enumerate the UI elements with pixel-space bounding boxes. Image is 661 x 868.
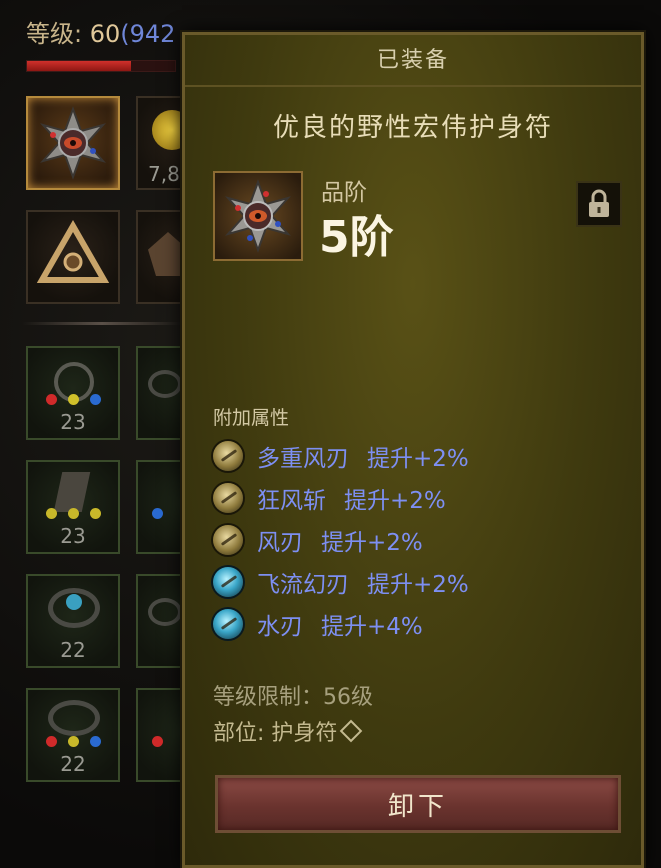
item-name: 优良的野性宏伟护身符 [272, 113, 553, 143]
gear-slot-5[interactable]: 22 [26, 574, 120, 668]
red-gem-icon [46, 394, 57, 405]
level-requirement: 等级限制：56级 [213, 685, 373, 710]
ring-icon [148, 598, 182, 626]
attribute-effect: 提升+2% [321, 530, 423, 556]
blue-gem-icon [90, 736, 101, 747]
red-gem-icon [152, 736, 163, 747]
attribute-row: 风刃 提升+2% [213, 519, 469, 561]
attribute-row: 飞流幻刃 提升+2% [213, 561, 469, 603]
gear-level-badge: 23 [60, 410, 86, 434]
gear-level-badge: 22 [60, 752, 86, 776]
red-gem-icon [46, 736, 57, 747]
attribute-name: 飞流幻刃 [257, 572, 349, 598]
amulet-icon [40, 106, 106, 180]
flowing-blade-icon [213, 567, 243, 597]
attribute-row: 狂风斩 提升+2% [213, 477, 469, 519]
level-label: 等级: [26, 20, 90, 48]
rune-slot[interactable] [26, 210, 120, 304]
player-level: 等级: 60(942 [26, 14, 175, 49]
attribute-name: 狂风斩 [257, 488, 326, 514]
attribute-effect: 提升+2% [367, 446, 469, 472]
attribute-list: 多重风刃 提升+2% 狂风斩 提升+2% 风刃 提升+2% 飞流幻刃 提升+2%… [213, 435, 469, 645]
amulet-slot-icon [340, 719, 363, 743]
blue-gem-icon [152, 508, 163, 519]
gear-slot-1[interactable]: 23 [26, 346, 120, 440]
attribute-effect: 提升+2% [344, 488, 446, 514]
wind-edge-icon [213, 525, 243, 555]
tooltip-header: 已装备 [185, 35, 641, 87]
gold-amount: 7,8 [148, 162, 180, 186]
blue-gem-icon [90, 394, 101, 405]
exp-points: (942 [120, 20, 176, 48]
yellow-gem-icon [68, 736, 79, 747]
attribute-name: 多重风刃 [257, 446, 349, 472]
attributes-heading: 附加属性 [213, 407, 290, 429]
unequip-button[interactable]: 卸下 [215, 775, 621, 833]
triangle-rune-icon [36, 219, 110, 283]
wind-blade-icon [213, 441, 243, 471]
grade-value: 5阶 [319, 212, 394, 263]
equipped-label: 已装备 [376, 48, 449, 73]
ring-icon [148, 370, 182, 398]
equipped-amulet-slot[interactable] [26, 96, 120, 190]
equipment-slot-info: 部位: 护身符 [213, 715, 363, 747]
slot-text: 部位: 护身符 [213, 721, 338, 746]
lock-button[interactable] [576, 181, 622, 227]
health-bar-fill [27, 61, 131, 71]
item-image [213, 171, 303, 261]
gear-slot-7[interactable]: 22 [26, 688, 120, 782]
attribute-row: 多重风刃 提升+2% [213, 435, 469, 477]
bracer-icon [53, 472, 91, 512]
equipment-screen: 等级: 60(942 7,8 23 23 22 22 已装备 优良的野性宏伟护身… [0, 0, 661, 868]
inventory-divider [22, 322, 182, 325]
attribute-effect: 提升+4% [321, 614, 423, 640]
health-bar [26, 60, 176, 72]
yellow-gem-icon [90, 508, 101, 519]
gale-slash-icon [213, 483, 243, 513]
attribute-row: 水刃 提升+4% [213, 603, 469, 645]
level-value: 60 [89, 20, 121, 48]
attribute-effect: 提升+2% [367, 572, 469, 598]
yellow-gem-icon [68, 394, 79, 405]
attribute-name: 水刃 [257, 614, 303, 640]
yellow-gem-icon [46, 508, 57, 519]
padlock-icon [589, 189, 609, 217]
gear-slot-3[interactable]: 23 [26, 460, 120, 554]
gear-level-badge: 22 [60, 638, 86, 662]
item-tooltip: 已装备 优良的野性宏伟护身符 品阶 5阶 附加属性 多重风刃 提升+2% 狂风斩… [182, 32, 644, 868]
blue-gem-icon [66, 594, 82, 610]
unequip-label: 卸下 [387, 791, 448, 822]
attribute-name: 风刃 [257, 530, 303, 556]
amulet-icon [225, 179, 291, 253]
gear-level-badge: 23 [60, 524, 86, 548]
yellow-gem-icon [68, 508, 79, 519]
ring-icon [48, 700, 100, 736]
water-blade-icon [213, 609, 243, 639]
